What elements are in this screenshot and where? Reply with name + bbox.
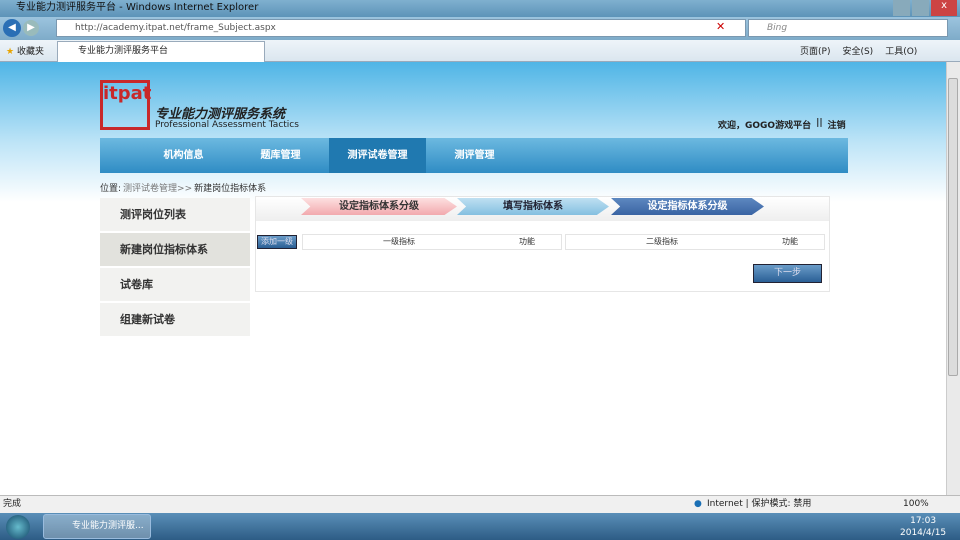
step-2: 填写指标体系: [457, 198, 609, 215]
col-level2: 二级指标: [646, 237, 678, 246]
browser-tab[interactable]: 专业能力测评服务平台: [57, 41, 265, 62]
taskbar: 专业能力测评服... 17:03 2014/4/15: [0, 513, 960, 540]
scrollbar-thumb[interactable]: [948, 78, 958, 376]
welcome-text: 欢迎，GOGO游戏平台: [718, 121, 812, 131]
maximize-button[interactable]: [912, 0, 930, 16]
logo-seal: itpat: [100, 80, 151, 130]
step-3: 设定指标体系分级: [611, 198, 764, 215]
status-bar: 完成 ● Internet | 保护模式: 禁用 100%: [0, 495, 960, 513]
breadcrumb: 位置: 测评试卷管理>> 新建岗位指标体系: [100, 181, 266, 194]
clock-date: 2014/4/15: [900, 528, 947, 538]
taskbar-ie-button[interactable]: 专业能力测评服...: [43, 514, 151, 539]
level2-header: 二级指标 功能: [565, 234, 825, 250]
command-bar: 页面(P) 安全(S) 工具(O): [800, 44, 917, 57]
main-nav: 机构信息 题库管理 测评试卷管理 测评管理: [100, 138, 848, 173]
add-level1-button[interactable]: 添加一级: [257, 235, 297, 249]
back-button[interactable]: ◀: [3, 19, 21, 37]
level1-header: 一级指标 功能: [302, 234, 562, 250]
status-text: 完成: [3, 499, 22, 509]
menu-page[interactable]: 页面(P): [800, 44, 830, 57]
nav-assessment-management[interactable]: 测评管理: [426, 138, 523, 173]
breadcrumb-current: 新建岗位指标体系: [194, 184, 267, 194]
address-input[interactable]: http://academy.itpat.net/frame_Subject.a…: [56, 19, 746, 37]
nav-org-info[interactable]: 机构信息: [135, 138, 232, 173]
window-title: 专业能力测评服务平台 - Windows Internet Explorer: [0, 0, 960, 17]
stop-icon[interactable]: ✕: [716, 20, 725, 33]
globe-icon: ●: [694, 499, 702, 509]
breadcrumb-link[interactable]: 测评试卷管理>>: [123, 181, 192, 194]
window-controls: x: [893, 0, 957, 16]
forward-button[interactable]: ▶: [23, 20, 39, 36]
clock[interactable]: 17:03 2014/4/15: [900, 515, 946, 539]
search-input[interactable]: Bing: [748, 19, 948, 37]
clock-time: 17:03: [910, 516, 937, 526]
favorites-button[interactable]: ★ 收藏夹: [6, 44, 44, 57]
favorites-label: 收藏夹: [16, 47, 44, 57]
star-icon: ★: [6, 47, 15, 57]
col-function-2: 功能: [782, 237, 798, 246]
sidebar-item-paper-library[interactable]: 试卷库: [100, 268, 250, 301]
zoom-level[interactable]: 100%: [903, 496, 929, 513]
zone-text: Internet | 保护模式: 禁用: [707, 499, 812, 509]
nav-question-bank[interactable]: 题库管理: [232, 138, 329, 173]
minimize-button[interactable]: [893, 0, 911, 16]
menu-safety[interactable]: 安全(S): [842, 44, 873, 57]
next-step-button[interactable]: 下一步: [753, 264, 822, 283]
nav-paper-management[interactable]: 测评试卷管理: [329, 138, 426, 173]
start-button[interactable]: [6, 515, 30, 539]
menu-tools[interactable]: 工具(O): [885, 44, 917, 57]
sidebar-item-new-index-system[interactable]: 新建岗位指标体系: [100, 233, 250, 266]
sidebar-item-position-list[interactable]: 测评岗位列表: [100, 198, 250, 231]
logout-link[interactable]: 注销: [828, 118, 846, 131]
site-subtitle: Professional Assessment Tactics: [155, 120, 299, 130]
task-label: 专业能力测评服...: [72, 521, 144, 531]
col-level1: 一级指标: [383, 237, 415, 246]
step-1: 设定指标体系分级: [301, 198, 457, 215]
separator: ||: [816, 118, 823, 128]
close-button[interactable]: x: [931, 0, 957, 16]
breadcrumb-label: 位置:: [100, 184, 122, 194]
col-function-1: 功能: [519, 237, 535, 246]
sidebar-item-new-paper[interactable]: 组建新试卷: [100, 303, 250, 336]
user-area: 欢迎，GOGO游戏平台 || 注销: [718, 118, 846, 131]
